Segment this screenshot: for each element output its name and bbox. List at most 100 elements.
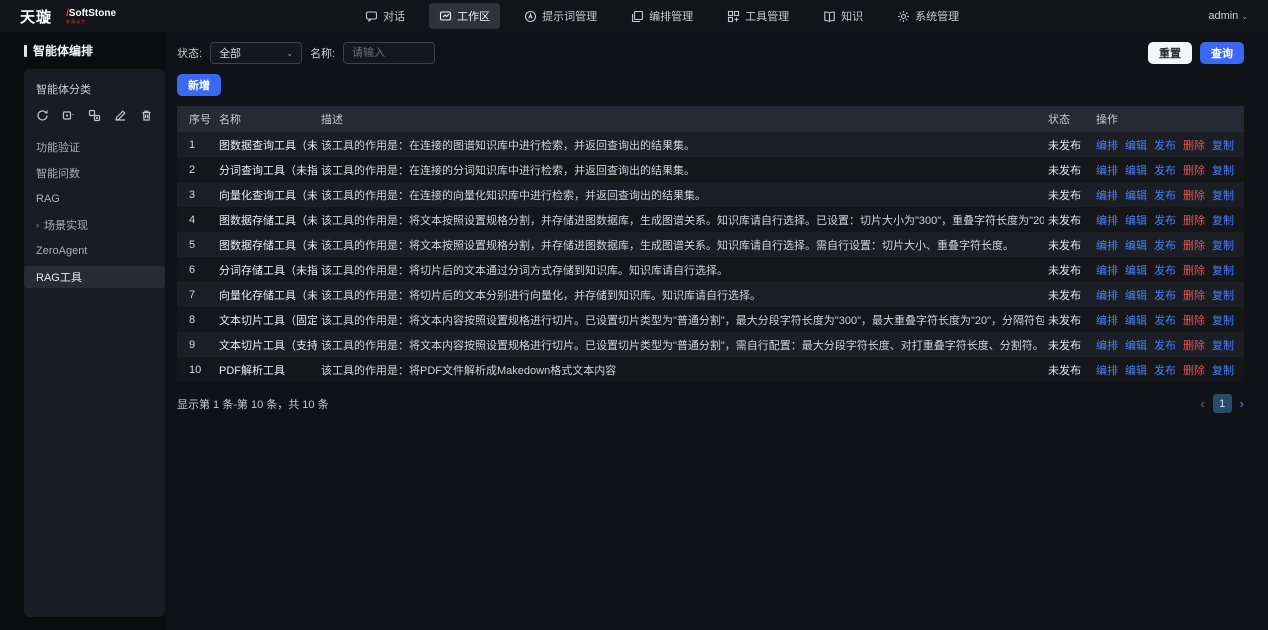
publish-link[interactable]: 发布 xyxy=(1154,137,1176,153)
publish-link[interactable]: 发布 xyxy=(1154,262,1176,278)
prev-page-icon[interactable]: ‹ xyxy=(1200,397,1204,410)
sidebar-item-rag-tools[interactable]: RAG工具 xyxy=(24,266,165,288)
copy-link[interactable]: 复制 xyxy=(1212,262,1234,278)
delete-link[interactable]: 删除 xyxy=(1183,362,1205,378)
orchestrate-icon xyxy=(631,10,644,23)
add-button[interactable]: 新增 xyxy=(177,74,221,96)
nav-item-knowledge[interactable]: 知识 xyxy=(813,3,873,29)
delete-link[interactable]: 删除 xyxy=(1183,337,1205,353)
table-row: 8 文本切片工具（固定配置） 该工具的作用是：将文本内容按照设置规格进行切片。已… xyxy=(177,307,1244,332)
search-button[interactable]: 查询 xyxy=(1200,42,1244,64)
edit-link[interactable]: 编辑 xyxy=(1125,162,1147,178)
table-row: 6 分词存储工具（未指定知.. 该工具的作用是：将切片后的文本通过分词方式存储到… xyxy=(177,257,1244,282)
publish-link[interactable]: 发布 xyxy=(1154,337,1176,353)
copy-link[interactable]: 复制 xyxy=(1212,287,1234,303)
sidebar-item-scenario[interactable]: › 场景实现 xyxy=(24,214,165,236)
knowledge-icon xyxy=(823,10,836,23)
edit-link[interactable]: 编辑 xyxy=(1125,187,1147,203)
publish-link[interactable]: 发布 xyxy=(1154,312,1176,328)
edit-link[interactable]: 编辑 xyxy=(1125,212,1147,228)
edit-link[interactable]: 编辑 xyxy=(1125,287,1147,303)
publish-link[interactable]: 发布 xyxy=(1154,187,1176,203)
refresh-icon[interactable] xyxy=(36,109,49,122)
edit-link[interactable]: 编辑 xyxy=(1125,362,1147,378)
delete-link[interactable]: 删除 xyxy=(1183,312,1205,328)
orchestrate-link[interactable]: 编排 xyxy=(1096,137,1118,153)
page-title: 智能体编排 xyxy=(24,42,165,59)
edit-link[interactable]: 编辑 xyxy=(1125,262,1147,278)
status-badge: 未发布 xyxy=(1048,312,1092,328)
orchestrate-link[interactable]: 编排 xyxy=(1096,212,1118,228)
orchestrate-link[interactable]: 编排 xyxy=(1096,362,1118,378)
add-subcategory-icon[interactable] xyxy=(88,109,101,122)
record-summary: 显示第 1 条-第 10 条，共 10 条 xyxy=(177,396,329,412)
category-panel: 智能体分类 功能验证 xyxy=(24,69,165,617)
status-select[interactable]: 全部 ⌄ xyxy=(210,42,302,64)
edit-link[interactable]: 编辑 xyxy=(1125,237,1147,253)
delete-link[interactable]: 删除 xyxy=(1183,212,1205,228)
reset-button[interactable]: 重置 xyxy=(1148,42,1192,64)
table-row: 5 图数据存储工具（未指定.. 该工具的作用是：将文本按照设置规格分割，并存储进… xyxy=(177,232,1244,257)
copy-link[interactable]: 复制 xyxy=(1212,237,1234,253)
edit-link[interactable]: 编辑 xyxy=(1125,137,1147,153)
delete-link[interactable]: 删除 xyxy=(1183,237,1205,253)
delete-link[interactable]: 删除 xyxy=(1183,162,1205,178)
orchestrate-link[interactable]: 编排 xyxy=(1096,287,1118,303)
nav-item-prompts[interactable]: 提示词管理 xyxy=(514,3,607,29)
publish-link[interactable]: 发布 xyxy=(1154,287,1176,303)
delete-link[interactable]: 删除 xyxy=(1183,187,1205,203)
col-desc: 描述 xyxy=(321,111,1044,127)
nav-item-tools[interactable]: 工具管理 xyxy=(717,3,799,29)
copy-link[interactable]: 复制 xyxy=(1212,187,1234,203)
delete-link[interactable]: 删除 xyxy=(1183,262,1205,278)
table-row: 3 向量化查询工具（未指定.. 该工具的作用是：在连接的向量化知识库中进行检索，… xyxy=(177,182,1244,207)
name-filter-input[interactable] xyxy=(343,42,435,64)
copy-link[interactable]: 复制 xyxy=(1212,362,1234,378)
nav-item-label: 工作区 xyxy=(457,8,490,24)
sidebar-item-function-check[interactable]: 功能验证 xyxy=(24,136,165,158)
sidebar-item-rag[interactable]: RAG xyxy=(24,188,165,210)
nav-item-system[interactable]: 系统管理 xyxy=(887,3,969,29)
status-badge: 未发布 xyxy=(1048,137,1092,153)
nav-item-chat[interactable]: 对话 xyxy=(355,3,415,29)
edit-link[interactable]: 编辑 xyxy=(1125,337,1147,353)
status-badge: 未发布 xyxy=(1048,262,1092,278)
workspace-icon xyxy=(439,10,452,23)
orchestrate-link[interactable]: 编排 xyxy=(1096,312,1118,328)
table-header: 序号 名称 描述 状态 操作 xyxy=(177,106,1244,132)
next-page-icon[interactable]: › xyxy=(1240,397,1244,410)
publish-link[interactable]: 发布 xyxy=(1154,162,1176,178)
publish-link[interactable]: 发布 xyxy=(1154,362,1176,378)
edit-link[interactable]: 编辑 xyxy=(1125,312,1147,328)
copy-link[interactable]: 复制 xyxy=(1212,162,1234,178)
name-filter-label: 名称: xyxy=(310,45,335,61)
status-badge: 未发布 xyxy=(1048,187,1092,203)
copy-link[interactable]: 复制 xyxy=(1212,212,1234,228)
publish-link[interactable]: 发布 xyxy=(1154,237,1176,253)
nav-item-workspace[interactable]: 工作区 xyxy=(429,3,500,29)
category-panel-title: 智能体分类 xyxy=(24,81,165,97)
publish-link[interactable]: 发布 xyxy=(1154,212,1176,228)
copy-link[interactable]: 复制 xyxy=(1212,312,1234,328)
copy-link[interactable]: 复制 xyxy=(1212,337,1234,353)
page-1-button[interactable]: 1 xyxy=(1213,394,1232,413)
orchestrate-link[interactable]: 编排 xyxy=(1096,187,1118,203)
copy-link[interactable]: 复制 xyxy=(1212,137,1234,153)
delete-link[interactable]: 删除 xyxy=(1183,287,1205,303)
edit-icon[interactable] xyxy=(114,109,127,122)
brand-title: 天璇 xyxy=(20,6,52,27)
user-menu[interactable]: admin ⌄ xyxy=(1208,10,1248,22)
orchestrate-link[interactable]: 编排 xyxy=(1096,262,1118,278)
expand-chevron-icon: › xyxy=(36,220,39,230)
table-row: 7 向量化存储工具（未指定.. 该工具的作用是：将切片后的文本分别进行向量化，并… xyxy=(177,282,1244,307)
sidebar-item-zeroagent[interactable]: ZeroAgent xyxy=(24,240,165,262)
delete-link[interactable]: 删除 xyxy=(1183,137,1205,153)
add-category-icon[interactable] xyxy=(62,109,75,122)
sidebar-item-smart-query[interactable]: 智能问数 xyxy=(24,162,165,184)
nav-item-orchestration[interactable]: 编排管理 xyxy=(621,3,703,29)
orchestrate-link[interactable]: 编排 xyxy=(1096,237,1118,253)
orchestrate-link[interactable]: 编排 xyxy=(1096,337,1118,353)
delete-icon[interactable] xyxy=(140,109,153,122)
orchestrate-link[interactable]: 编排 xyxy=(1096,162,1118,178)
status-select-value: 全部 xyxy=(219,45,241,61)
